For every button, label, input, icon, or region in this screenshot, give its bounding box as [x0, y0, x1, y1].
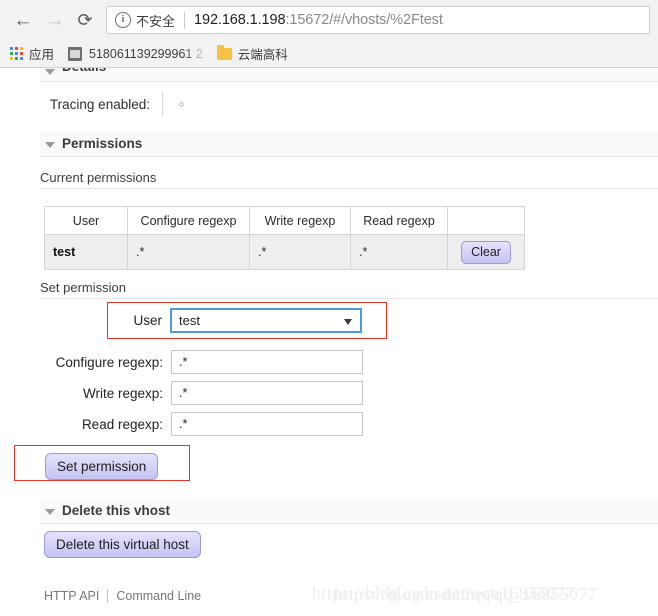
http-api-link[interactable]: HTTP API	[44, 589, 99, 603]
configure-regexp-row: Configure regexp: .*	[45, 350, 363, 374]
delete-virtual-host-button[interactable]: Delete this virtual host	[44, 531, 201, 558]
write-regexp-value: .*	[179, 386, 188, 400]
tracing-enabled-label: Tracing enabled:	[49, 96, 150, 112]
configure-regexp-value: .*	[179, 355, 188, 369]
bookmark-apps[interactable]: 应用	[10, 43, 54, 65]
section-header-details[interactable]: Details	[40, 68, 658, 82]
tracing-enabled-value: ○	[179, 98, 185, 109]
set-permission-subtitle: Set permission	[40, 280, 658, 299]
configure-regexp-label: Configure regexp:	[55, 354, 163, 370]
cell-configure-regexp: .*	[127, 234, 250, 270]
cell-read-regexp: .*	[350, 234, 448, 270]
bookmark-number[interactable]: 518061139299961 2	[68, 43, 203, 65]
cell-write-regexp: .*	[249, 234, 351, 270]
cell-actions: Clear	[447, 234, 525, 270]
browser-chrome: ← → ⟳ i 不安全 192.168.1.198:15672/#/vhosts…	[0, 0, 658, 68]
current-permissions-subtitle: Current permissions	[40, 170, 658, 189]
user-select-label: User	[133, 313, 162, 328]
address-bar-divider	[184, 11, 186, 29]
column-header-user: User	[44, 206, 128, 235]
cell-user: test	[44, 234, 128, 270]
column-header-actions	[447, 206, 525, 235]
document-favicon-icon	[68, 46, 83, 61]
clear-permission-button[interactable]: Clear	[461, 240, 511, 264]
section-header-permissions-label: Permissions	[62, 136, 143, 151]
read-regexp-row: Read regexp: .*	[45, 412, 363, 436]
command-line-link[interactable]: Command Line	[116, 589, 201, 603]
current-permissions-table: User Configure regexp Write regexp Read …	[44, 206, 525, 270]
section-header-details-label: Details	[62, 68, 106, 74]
caret-down-icon	[45, 141, 55, 148]
bookmarks-bar: 应用 518061139299961 2 云端高科	[0, 40, 658, 67]
table-header-row: User Configure regexp Write regexp Read …	[44, 206, 525, 235]
url-path: :15672/#/vhosts/%2Ftest	[285, 12, 443, 28]
bookmark-yunduan[interactable]: 云端高科	[216, 43, 288, 65]
read-regexp-input[interactable]: .*	[171, 412, 363, 436]
set-permission-user-row: User test	[110, 308, 362, 333]
bookmark-yunduan-label: 云端高科	[237, 48, 288, 62]
section-header-delete-vhost-label: Delete this vhost	[62, 503, 171, 518]
caret-down-icon	[45, 508, 55, 515]
watermark-line-b: https://blog.csdn.net/qq_16855077	[334, 584, 598, 604]
address-bar[interactable]: i 不安全 192.168.1.198:15672/#/vhosts/%2Fte…	[106, 6, 650, 34]
folder-favicon-icon	[216, 44, 232, 60]
browser-window: ← → ⟳ i 不安全 192.168.1.198:15672/#/vhosts…	[0, 0, 658, 616]
url-host: 192.168.1.198	[194, 12, 286, 28]
navigation-toolbar: ← → ⟳ i 不安全 192.168.1.198:15672/#/vhosts…	[0, 0, 658, 40]
bookmark-number-label: 518061139299961 2	[89, 46, 203, 61]
column-header-write-regexp: Write regexp	[249, 206, 351, 235]
write-regexp-label: Write regexp:	[82, 385, 163, 401]
page-content: Details Tracing enabled: ○ Permissions C…	[0, 68, 658, 616]
security-label: 不安全	[136, 13, 176, 29]
back-arrow-icon[interactable]: ←	[10, 7, 36, 33]
user-select-value: test	[179, 313, 200, 328]
set-permission-button[interactable]: Set permission	[45, 453, 159, 480]
write-regexp-row: Write regexp: .*	[45, 381, 363, 405]
footer-divider	[107, 589, 109, 603]
section-header-permissions[interactable]: Permissions	[40, 131, 658, 157]
page-footer: HTTP API Command Line	[44, 589, 201, 603]
tracing-enabled-row: Tracing enabled: ○	[40, 92, 340, 116]
address-bar-url: 192.168.1.198:15672/#/vhosts/%2Ftest	[194, 12, 443, 28]
write-regexp-input[interactable]: .*	[171, 381, 363, 405]
watermark: https://blog.csdn.net/qqn16855077 https:…	[312, 583, 597, 604]
column-header-read-regexp: Read regexp	[350, 206, 448, 235]
user-select[interactable]: test	[170, 308, 362, 333]
caret-down-icon	[45, 68, 55, 75]
tracing-divider	[162, 92, 163, 116]
configure-regexp-input[interactable]: .*	[171, 350, 363, 374]
info-circle-icon[interactable]: i	[115, 12, 131, 28]
apps-grid-icon	[10, 47, 23, 60]
forward-arrow-icon: →	[45, 9, 65, 31]
read-regexp-value: .*	[179, 417, 188, 431]
read-regexp-label: Read regexp:	[81, 416, 163, 432]
reload-icon[interactable]: ⟳	[72, 7, 98, 33]
chevron-down-icon	[344, 318, 352, 325]
column-header-configure-regexp: Configure regexp	[127, 206, 250, 235]
table-row: test .* .* .* Clear	[44, 234, 525, 270]
section-header-delete-vhost[interactable]: Delete this vhost	[40, 498, 658, 524]
bookmark-apps-label: 应用	[29, 48, 55, 62]
